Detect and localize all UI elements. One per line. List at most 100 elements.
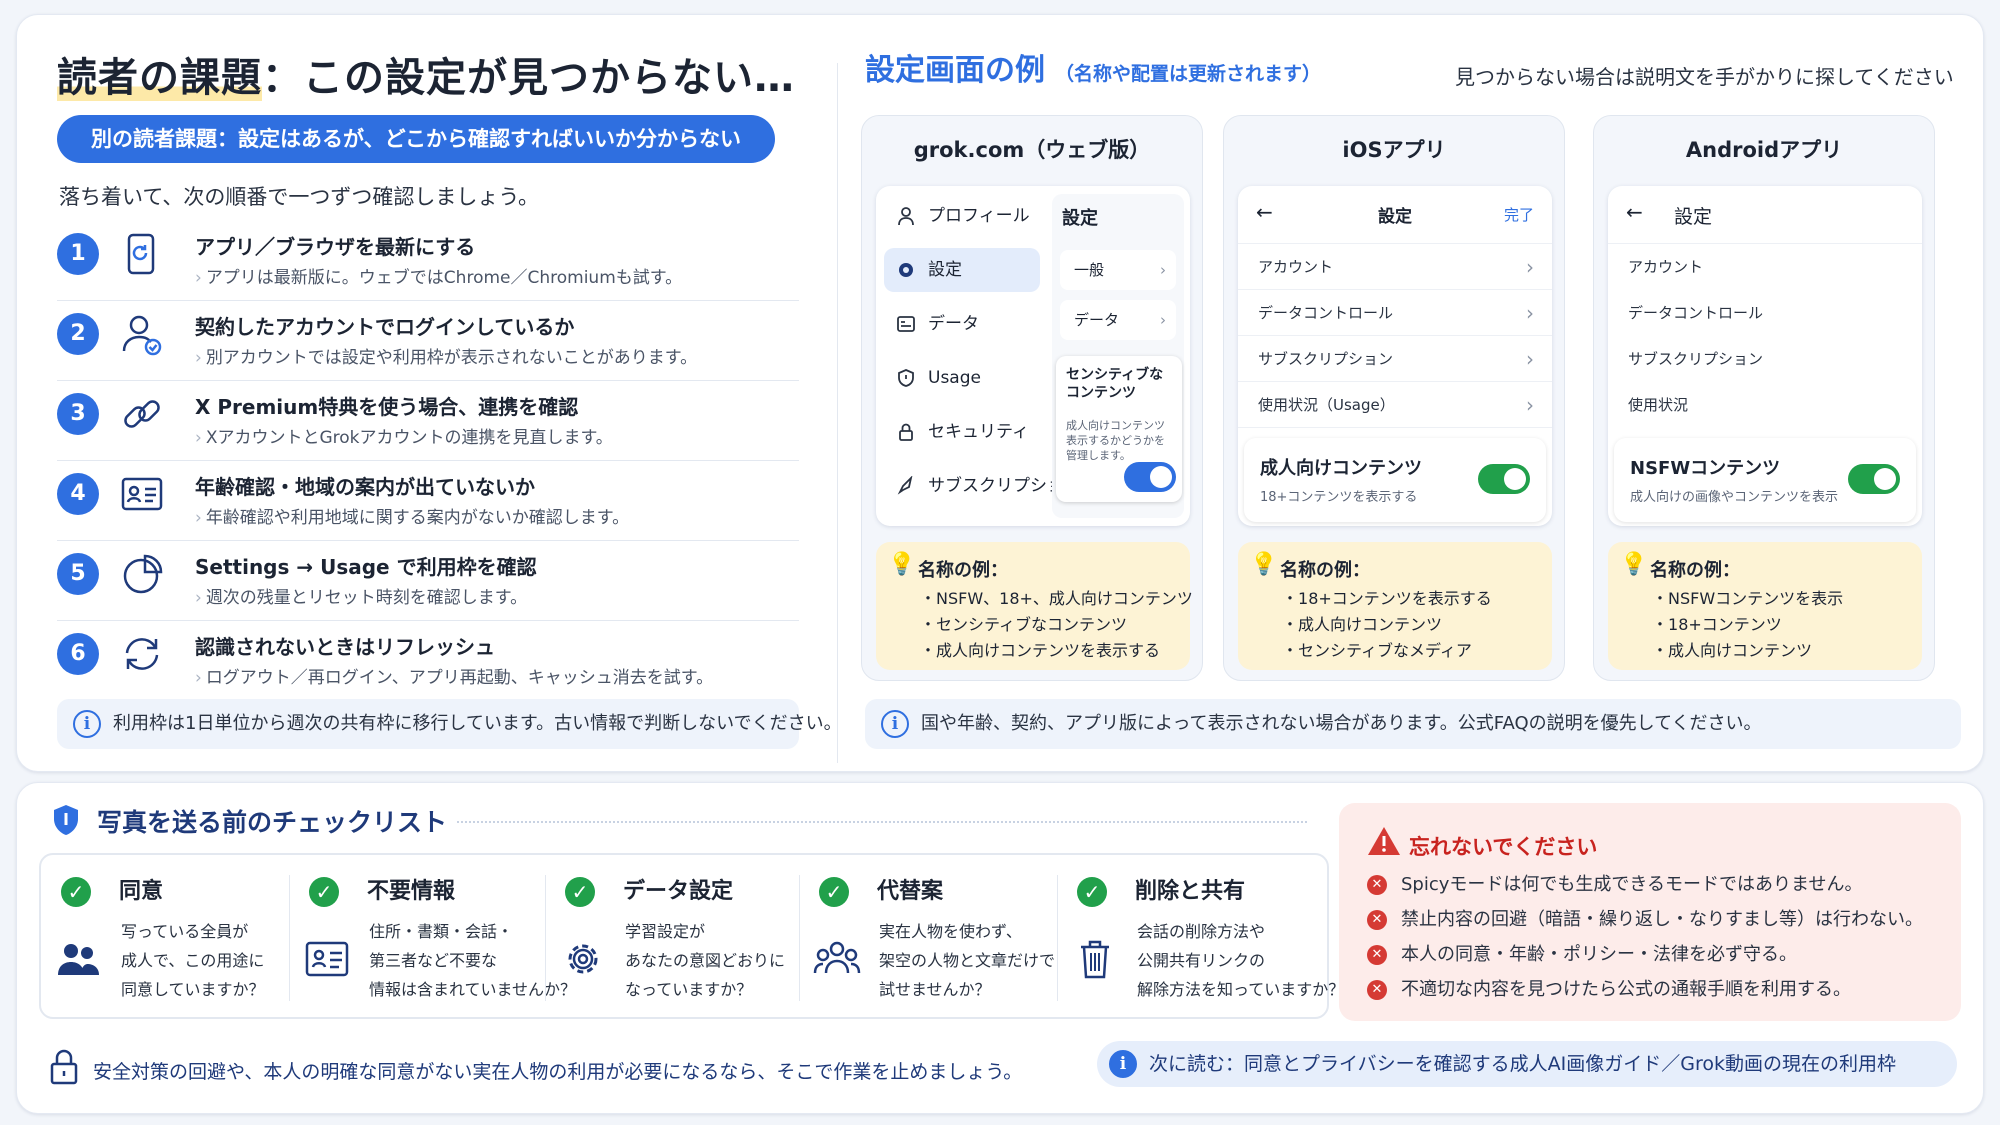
ios-card: iOSアプリ ← 設定 完了 アカウント データコントロール サブスクリプション…: [1223, 115, 1565, 681]
warning-item: ✕ 本人の同意・年齢・ポリシー・法律を必ず守る。: [1367, 937, 1923, 972]
lock-icon: [50, 1049, 78, 1085]
web-settings-screen: プロフィール 設定 データ Usage セキュリティ サブスクリプション 設定 …: [876, 186, 1190, 526]
android-row-account[interactable]: アカウント: [1608, 244, 1922, 290]
shield-icon: [898, 369, 914, 387]
step-3: 3 X Premium特典を使う場合、連携を確認 XアカウントとGrokアカウン…: [57, 381, 799, 461]
checklist-item: ✓ 代替案 実在人物を使わず、 架空の人物と文章だけで 試せませんか？: [799, 855, 1057, 1021]
checklist-item: ✓ データ設定 学習設定が あなたの意図どおりに なっていますか？: [545, 855, 799, 1021]
gear-icon: [568, 944, 598, 974]
step-1: 1 アプリ／ブラウザを最新にする アプリは最新版に。ウェブではChrome／Ch…: [57, 221, 799, 301]
ios-row-usage[interactable]: 使用状況（Usage）: [1238, 382, 1552, 428]
step-6: 6 認識されないときはリフレッシュ ログアウト／再ログイン、アプリ再起動、キャッ…: [57, 621, 799, 701]
quota-note: i 利用枠は1日単位から週次の共有枠に移行しています。古い情報で判断しないでくだ…: [57, 699, 842, 749]
check-icon: ✓: [309, 877, 339, 907]
settings-example-title: 設定画面の例 （名称や配置は更新されます）: [865, 53, 1322, 88]
step-4: 4 年齢確認・地域の案内が出ていないか 年齢確認や利用地域に関する案内がないか確…: [57, 461, 799, 541]
web-settings-panel: 設定 一般 データ センシティブな コンテンツ 成人向けコンテンツ 表示するかど…: [1052, 194, 1184, 518]
checklist-box: ✓ 同意 写っている全員が 成人で、この用途に 同意していますか？ ✓ 不要情報…: [39, 853, 1344, 1021]
android-row-data-control[interactable]: データコントロール: [1608, 290, 1922, 336]
warning-item: ✕ Spicyモードは何でも生成できるモードではありません。: [1367, 867, 1923, 902]
back-arrow-icon[interactable]: ←: [1626, 200, 1643, 224]
android-nsfw-box: NSFWコンテンツ 成人向けの画像やコンテンツを表示: [1614, 438, 1916, 522]
web-row-data[interactable]: データ: [1060, 300, 1176, 340]
android-name-examples: 💡 名称の例： NSFWコンテンツを表示18+コンテンツ成人向けコンテンツ: [1608, 542, 1922, 670]
ios-name-examples: 💡 名称の例： 18+コンテンツを表示する成人向けコンテンツセンシティブなメディ…: [1238, 542, 1552, 670]
page-title: 読者の課題：この設定が見つからない…: [57, 55, 795, 101]
user-icon: [898, 207, 914, 226]
web-menu-security[interactable]: セキュリティ: [884, 410, 1040, 454]
x-icon: ✕: [1367, 910, 1387, 930]
info-icon: i: [73, 710, 101, 738]
top-panel: 読者の課題：この設定が見つからない… 別の読者課題：設定はあるが、どこから確認す…: [16, 14, 1984, 772]
alt-issue-pill: 別の読者課題：設定はあるが、どこから確認すればいいか分からない: [57, 115, 775, 163]
x-icon: ✕: [1367, 980, 1387, 1000]
sensitive-content-card: センシティブな コンテンツ 成人向けコンテンツ 表示するかどうかを 管理します。: [1056, 356, 1182, 502]
check-icon: ✓: [61, 877, 91, 907]
step-2: 2 契約したアカウントでログインしているか 別アカウントでは設定や利用枠が表示さ…: [57, 301, 799, 381]
warning-item: ✕ 不適切な内容を見つけたら公式の通報手順を利用する。: [1367, 972, 1923, 1007]
web-row-general[interactable]: 一般: [1060, 250, 1176, 290]
next-read-link[interactable]: i 次に読む：同意とプライバシーを確認する成人AI画像ガイド／Grok動画の現在…: [1097, 1041, 1957, 1087]
check-icon: ✓: [1077, 877, 1107, 907]
id-card-icon: [121, 477, 163, 511]
warning-box: 忘れないでください ✕ Spicyモードは何でも生成できるモードではありません。 …: [1339, 803, 1961, 1021]
people-icon: [58, 944, 99, 975]
checklist-item: ✓ 不要情報 住所・書類・会話・ 第三者など不要な 情報は含まれていませんか？: [289, 855, 576, 1021]
web-menu-data[interactable]: データ: [884, 302, 1040, 346]
info-icon: i: [881, 710, 909, 738]
android-settings-screen: ← 設定 アカウント データコントロール サブスクリプション 使用状況 NSFW…: [1608, 186, 1922, 526]
bottom-panel: 写真を送る前のチェックリスト ✓ 同意 写っている全員が 成人で、この用途に 同…: [16, 782, 1984, 1114]
ios-row-subscription[interactable]: サブスクリプション: [1238, 336, 1552, 382]
trash-icon: [1081, 940, 1109, 979]
android-header: ← 設定: [1608, 186, 1922, 244]
web-name-examples: 💡 名称の例： NSFW、18+、成人向けコンテンツセンシティブなコンテンツ成人…: [876, 542, 1193, 670]
warning-icon: [1368, 827, 1400, 855]
nsfw-toggle[interactable]: [1848, 464, 1900, 494]
phone-refresh-icon: [127, 233, 155, 275]
web-card: grok.com（ウェブ版） プロフィール 設定 データ Usage セキュリテ…: [861, 115, 1203, 681]
shield-icon: [54, 805, 78, 835]
ios-row-data-control[interactable]: データコントロール: [1238, 290, 1552, 336]
ios-header: ← 設定 完了: [1238, 186, 1552, 244]
x-icon: ✕: [1367, 875, 1387, 895]
bulb-icon: 💡: [888, 552, 916, 577]
data-icon: [897, 316, 915, 332]
ios-settings-screen: ← 設定 完了 アカウント データコントロール サブスクリプション 使用状況（U…: [1238, 186, 1552, 526]
link-icon: [124, 400, 160, 428]
done-button[interactable]: 完了: [1504, 204, 1534, 225]
divider: [837, 63, 838, 763]
group-icon: [813, 941, 861, 974]
sensitive-toggle[interactable]: [1124, 462, 1176, 492]
check-icon: ✓: [565, 877, 595, 907]
android-row-subscription[interactable]: サブスクリプション: [1608, 336, 1922, 382]
android-row-usage[interactable]: 使用状況: [1608, 382, 1922, 428]
settings-hint: 見つからない場合は説明文を手がかりに探してください: [1455, 65, 1954, 89]
availability-note: i 国や年齢、契約、アプリ版によって表示されない場合があります。公式FAQの説明…: [865, 699, 1961, 749]
lock-icon: [899, 423, 913, 441]
web-menu-settings[interactable]: 設定: [884, 248, 1040, 292]
refresh-icon: [125, 638, 159, 670]
rocket-icon: [897, 476, 913, 495]
web-menu-usage[interactable]: Usage: [884, 356, 1040, 400]
android-card: Androidアプリ ← 設定 アカウント データコントロール サブスクリプショ…: [1593, 115, 1935, 681]
id-card-icon: [305, 941, 349, 977]
dotted-divider: [457, 821, 1307, 823]
bulb-icon: 💡: [1620, 552, 1648, 577]
ios-row-account[interactable]: アカウント: [1238, 244, 1552, 290]
checklist-item: ✓ 削除と共有 会話の削除方法や 公開共有リンクの 解除方法を知っていますか？: [1057, 855, 1344, 1021]
x-icon: ✕: [1367, 945, 1387, 965]
stop-notice: 安全対策の回避や、本人の明確な同意がない実在人物の利用が必要になるなら、そこで作…: [93, 1061, 1023, 1083]
warning-item: ✕ 禁止内容の回避（暗語・繰り返し・なりすまし等）は行わない。: [1367, 902, 1923, 937]
info-icon: i: [1109, 1050, 1137, 1078]
intro-text: 落ち着いて、次の順番で一つずつ確認しましょう。: [59, 185, 540, 209]
web-menu-profile[interactable]: プロフィール: [884, 194, 1040, 238]
ios-adult-content-box: 成人向けコンテンツ 18+コンテンツを表示する: [1244, 438, 1546, 522]
web-sidebar: プロフィール 設定 データ Usage セキュリティ サブスクリプション: [876, 186, 1081, 526]
web-menu-subscription[interactable]: サブスクリプション: [884, 464, 1081, 508]
adult-content-toggle[interactable]: [1478, 464, 1530, 494]
step-5: 5 Settings → Usage で利用枠を確認 週次の残量とリセット時刻を…: [57, 541, 799, 621]
checklist-title: 写真を送る前のチェックリスト: [97, 808, 448, 837]
user-check-icon: [122, 315, 162, 356]
pie-chart-icon: [123, 554, 163, 594]
gear-icon: [899, 263, 913, 277]
